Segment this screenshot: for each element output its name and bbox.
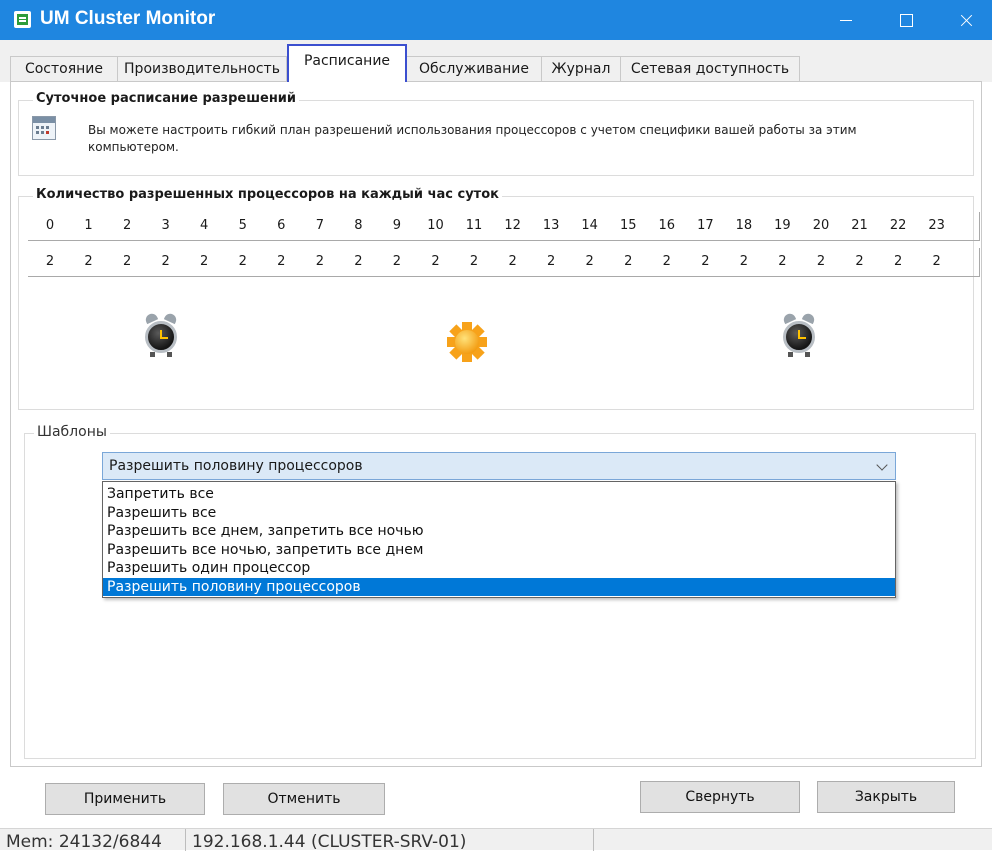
tab-maintenance[interactable]: Обслуживание xyxy=(406,56,542,82)
hour-processor-count[interactable]: 2 xyxy=(339,254,377,269)
schedule-info-line1: Вы можете настроить гибкий план разрешен… xyxy=(88,123,857,137)
hour-processor-count[interactable]: 2 xyxy=(802,254,840,269)
hour-processor-count[interactable]: 2 xyxy=(648,254,686,269)
hour-processor-count[interactable]: 2 xyxy=(609,254,647,269)
sun-icon xyxy=(447,322,487,362)
hour-label: 20 xyxy=(812,218,830,233)
hour-label: 16 xyxy=(658,218,676,233)
minimize-window-button[interactable] xyxy=(818,0,874,40)
hour-processor-count[interactable]: 2 xyxy=(455,254,493,269)
hour-processor-count[interactable]: 2 xyxy=(108,254,146,269)
hour-label: 15 xyxy=(619,218,637,233)
template-select-value: Разрешить половину процессоров xyxy=(109,458,363,474)
hour-label: 21 xyxy=(851,218,868,233)
hour-processor-count[interactable]: 2 xyxy=(147,254,185,269)
hour-processor-count[interactable]: 2 xyxy=(185,254,223,269)
close-window-button[interactable] xyxy=(938,0,992,40)
hour-processor-count[interactable]: 2 xyxy=(686,254,724,269)
cancel-button[interactable]: Отменить xyxy=(223,783,385,815)
minimize-button[interactable]: Свернуть xyxy=(640,781,800,813)
values-row-edge xyxy=(979,248,980,276)
hour-label: 4 xyxy=(200,218,209,233)
hour-label: 5 xyxy=(238,218,247,233)
tab-schedule[interactable]: Расписание xyxy=(287,44,407,82)
hour-processor-count[interactable]: 2 xyxy=(532,254,570,269)
template-option[interactable]: Разрешить один процессор xyxy=(103,559,895,578)
hour-processor-count[interactable]: 2 xyxy=(301,254,339,269)
template-option-selected[interactable]: Разрешить половину процессоров xyxy=(103,577,895,596)
alarm-clock-icon xyxy=(142,311,180,358)
hour-processor-count[interactable]: 2 xyxy=(879,254,917,269)
hour-label: 11 xyxy=(465,218,483,233)
hour-label: 13 xyxy=(542,218,560,233)
hour-label: 2 xyxy=(122,218,132,233)
daily-schedule-title: Суточное расписание разрешений xyxy=(33,91,300,106)
hour-processor-count[interactable]: 2 xyxy=(763,254,801,269)
hour-label: 0 xyxy=(45,218,55,233)
tab-strip: Состояние Производительность Расписание … xyxy=(0,40,992,82)
values-row-border xyxy=(28,276,980,277)
hour-label: 14 xyxy=(581,218,598,233)
hour-processor-count[interactable]: 2 xyxy=(417,254,455,269)
template-option[interactable]: Разрешить все xyxy=(103,504,895,523)
hour-label: 7 xyxy=(315,218,324,233)
hour-processor-count[interactable]: 2 xyxy=(70,254,108,269)
hour-label: 22 xyxy=(889,218,907,233)
memory-status: Mem: 24132/6844 xyxy=(0,829,186,851)
hours-row-edge xyxy=(979,212,980,240)
hour-label: 9 xyxy=(392,218,402,233)
status-bar: Mem: 24132/6844 192.168.1.44 (CLUSTER-SR… xyxy=(0,828,992,851)
hour-processor-count[interactable]: 2 xyxy=(224,254,262,269)
tab-log[interactable]: Журнал xyxy=(541,56,621,82)
hour-label: 23 xyxy=(928,218,945,233)
template-option[interactable]: Запретить все xyxy=(103,485,895,504)
hour-processor-count[interactable]: 2 xyxy=(31,254,69,269)
template-option[interactable]: Разрешить все ночью, запретить все днем xyxy=(103,541,895,560)
hour-processor-count[interactable]: 2 xyxy=(841,254,879,269)
hour-processor-count[interactable]: 2 xyxy=(378,254,416,269)
hour-processor-count[interactable]: 2 xyxy=(571,254,609,269)
templates-title: Шаблоны xyxy=(34,424,110,440)
hour-label: 12 xyxy=(504,218,521,233)
cluster-app-icon xyxy=(14,11,31,28)
title-bar[interactable]: UM Cluster Monitor xyxy=(0,0,992,40)
hour-label: 18 xyxy=(735,218,753,233)
close-button[interactable]: Закрыть xyxy=(817,781,955,813)
host-status: 192.168.1.44 (CLUSTER-SRV-01) xyxy=(186,829,594,851)
hour-processor-count[interactable]: 2 xyxy=(725,254,763,269)
tab-network[interactable]: Сетевая доступность xyxy=(620,56,800,82)
hour-processor-count[interactable]: 2 xyxy=(494,254,532,269)
schedule-info-line2: компьютером. xyxy=(88,140,179,154)
template-select[interactable]: Разрешить половину процессоров xyxy=(102,452,896,480)
hour-processor-count[interactable]: 2 xyxy=(262,254,300,269)
hour-label: 3 xyxy=(161,218,170,233)
template-dropdown-list[interactable]: Запретить все Разрешить все Разрешить вс… xyxy=(102,481,896,598)
tab-status[interactable]: Состояние xyxy=(10,56,118,82)
window-title: UM Cluster Monitor xyxy=(40,8,216,29)
alarm-clock-icon xyxy=(780,311,818,358)
apply-button[interactable]: Применить xyxy=(45,783,205,815)
chevron-down-icon[interactable] xyxy=(876,459,888,471)
hour-label: 8 xyxy=(354,218,363,233)
hour-label: 19 xyxy=(774,218,791,233)
template-option[interactable]: Разрешить все днем, запретить все ночью xyxy=(103,522,895,541)
hour-label: 17 xyxy=(697,218,714,233)
calendar-icon xyxy=(32,116,56,140)
hourly-processors-title: Количество разрешенных процессоров на ка… xyxy=(33,187,502,202)
hour-label: 1 xyxy=(84,218,93,233)
tab-performance[interactable]: Производительность xyxy=(117,56,287,82)
maximize-window-button[interactable] xyxy=(878,0,934,40)
hour-processor-count[interactable]: 2 xyxy=(918,254,956,269)
hours-row-border xyxy=(28,240,980,241)
hour-label: 6 xyxy=(277,218,286,233)
hour-label: 10 xyxy=(427,218,444,233)
